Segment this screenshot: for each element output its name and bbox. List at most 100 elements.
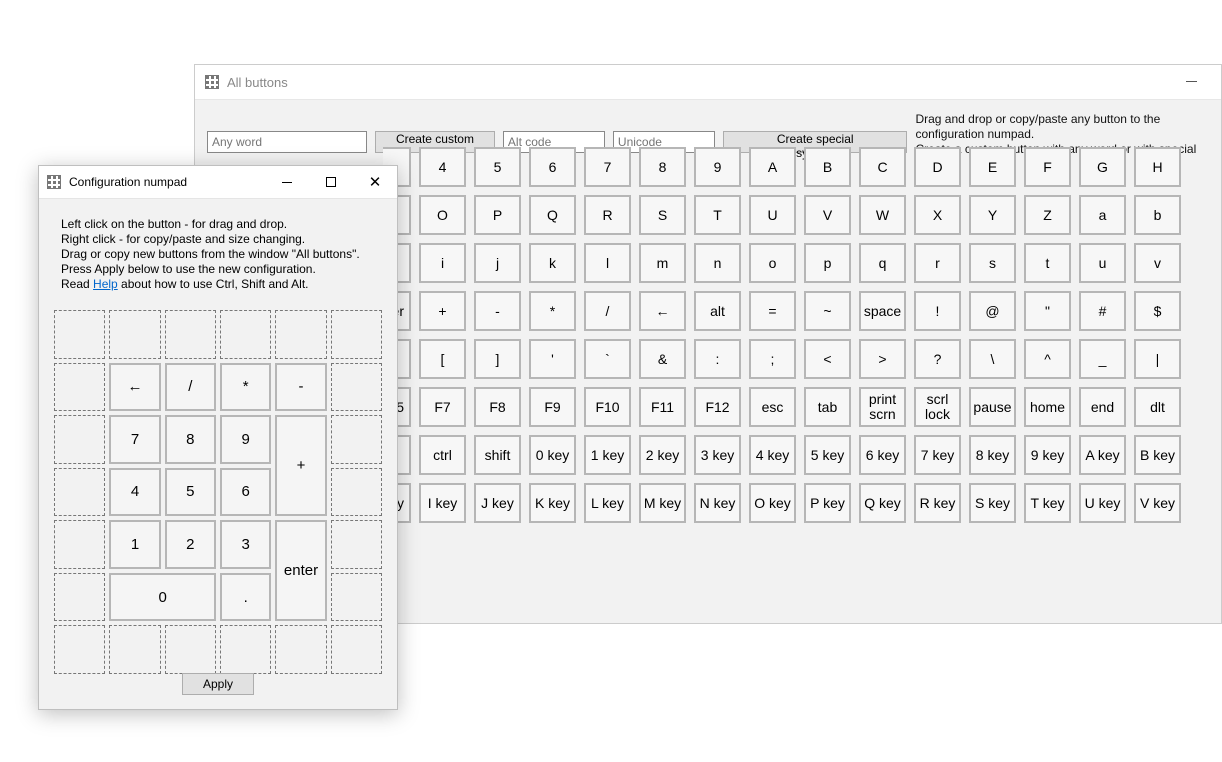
key-button[interactable]: shift xyxy=(474,435,521,475)
empty-drop-slot[interactable] xyxy=(331,625,382,674)
empty-drop-slot[interactable] xyxy=(109,310,160,359)
key-button[interactable]: D xyxy=(914,147,961,187)
key-button[interactable]: < xyxy=(804,339,851,379)
key-button[interactable]: i xyxy=(419,243,466,283)
key-button[interactable]: I key xyxy=(419,483,466,523)
key-button[interactable]: F10 xyxy=(584,387,631,427)
config-titlebar[interactable]: Configuration numpad ✕ xyxy=(39,166,397,199)
key-button[interactable]: \ xyxy=(969,339,1016,379)
empty-drop-slot[interactable] xyxy=(275,625,326,674)
key-button[interactable]: o xyxy=(749,243,796,283)
key-button[interactable]: [ xyxy=(419,339,466,379)
key-button[interactable]: K key xyxy=(529,483,576,523)
key-button[interactable]: 9 key xyxy=(1024,435,1071,475)
key-button[interactable]: C xyxy=(859,147,906,187)
key-button[interactable]: dlt xyxy=(1134,387,1181,427)
key-button[interactable]: A xyxy=(749,147,796,187)
key-button[interactable]: " xyxy=(1024,291,1071,331)
key-button[interactable]: home xyxy=(1024,387,1071,427)
key-button[interactable]: u xyxy=(1079,243,1126,283)
key-button[interactable]: ← xyxy=(639,291,686,331)
numpad-key-back[interactable]: ← xyxy=(109,363,160,412)
key-button[interactable]: - xyxy=(474,291,521,331)
numpad-key-k4[interactable]: 4 xyxy=(109,468,160,517)
key-button[interactable]: ~ xyxy=(804,291,851,331)
minimize-button[interactable] xyxy=(1169,65,1213,97)
key-button[interactable]: : xyxy=(694,339,741,379)
key-button[interactable]: V key xyxy=(1134,483,1181,523)
numpad-key-star[interactable]: * xyxy=(220,363,271,412)
key-button[interactable]: a xyxy=(1079,195,1126,235)
key-button[interactable]: ! xyxy=(914,291,961,331)
key-button[interactable]: print scrn xyxy=(859,387,906,427)
apply-button[interactable]: Apply xyxy=(182,673,254,695)
key-button[interactable]: ; xyxy=(749,339,796,379)
empty-drop-slot[interactable] xyxy=(54,573,105,622)
key-button[interactable]: 2 key xyxy=(639,435,686,475)
key-button[interactable]: ] xyxy=(474,339,521,379)
key-button[interactable]: | xyxy=(1134,339,1181,379)
key-button[interactable]: ` xyxy=(584,339,631,379)
key-button[interactable]: space xyxy=(859,291,906,331)
empty-drop-slot[interactable] xyxy=(331,520,382,569)
empty-drop-slot[interactable] xyxy=(54,520,105,569)
key-button[interactable]: 8 key xyxy=(969,435,1016,475)
key-button[interactable]: 5 xyxy=(474,147,521,187)
key-button[interactable]: T xyxy=(694,195,741,235)
key-button[interactable]: E xyxy=(969,147,1016,187)
key-button[interactable]: J key xyxy=(474,483,521,523)
key-button[interactable]: 4 xyxy=(419,147,466,187)
help-link[interactable]: Help xyxy=(93,277,118,291)
key-button[interactable]: r xyxy=(914,243,961,283)
key-button[interactable]: m xyxy=(639,243,686,283)
key-button[interactable]: # xyxy=(1079,291,1126,331)
key-button[interactable]: P key xyxy=(804,483,851,523)
key-button[interactable]: 7 key xyxy=(914,435,961,475)
empty-drop-slot[interactable] xyxy=(54,363,105,412)
empty-drop-slot[interactable] xyxy=(165,310,216,359)
key-button[interactable]: P xyxy=(474,195,521,235)
key-button[interactable]: scrl lock xyxy=(914,387,961,427)
key-button[interactable]: Z xyxy=(1024,195,1071,235)
key-button[interactable]: 1 key xyxy=(584,435,631,475)
empty-drop-slot[interactable] xyxy=(331,363,382,412)
key-button[interactable]: F12 xyxy=(694,387,741,427)
key-button[interactable]: * xyxy=(529,291,576,331)
key-button[interactable]: N key xyxy=(694,483,741,523)
empty-drop-slot[interactable] xyxy=(54,625,105,674)
key-button[interactable]: j xyxy=(474,243,521,283)
numpad-key-k6[interactable]: 6 xyxy=(220,468,271,517)
key-button[interactable]: O key xyxy=(749,483,796,523)
key-button[interactable]: 8 xyxy=(639,147,686,187)
key-button[interactable]: n xyxy=(694,243,741,283)
key-button[interactable]: end xyxy=(1079,387,1126,427)
key-button[interactable]: H xyxy=(1134,147,1181,187)
key-button[interactable]: R key xyxy=(914,483,961,523)
key-button[interactable]: 6 key xyxy=(859,435,906,475)
key-button[interactable]: @ xyxy=(969,291,1016,331)
key-button[interactable]: B key xyxy=(1134,435,1181,475)
key-button[interactable]: ' xyxy=(529,339,576,379)
numpad-key-enter[interactable]: enter xyxy=(275,520,326,621)
numpad-key-k7[interactable]: 7 xyxy=(109,415,160,464)
key-button[interactable]: > xyxy=(859,339,906,379)
key-button[interactable]: U xyxy=(749,195,796,235)
key-button[interactable]: & xyxy=(639,339,686,379)
key-button[interactable]: 6 xyxy=(529,147,576,187)
key-button[interactable]: F8 xyxy=(474,387,521,427)
empty-drop-slot[interactable] xyxy=(109,625,160,674)
key-button[interactable]: F7 xyxy=(419,387,466,427)
key-button[interactable]: S key xyxy=(969,483,1016,523)
key-button[interactable]: 9 xyxy=(694,147,741,187)
key-button[interactable]: k xyxy=(529,243,576,283)
numpad-key-slash[interactable]: / xyxy=(165,363,216,412)
key-button[interactable]: l xyxy=(584,243,631,283)
empty-drop-slot[interactable] xyxy=(220,310,271,359)
minimize-button[interactable] xyxy=(265,166,309,198)
key-button[interactable]: t xyxy=(1024,243,1071,283)
key-button[interactable]: 0 key xyxy=(529,435,576,475)
key-button[interactable]: F9 xyxy=(529,387,576,427)
empty-drop-slot[interactable] xyxy=(165,625,216,674)
numpad-key-k0[interactable]: 0 xyxy=(109,573,216,622)
key-button[interactable]: ? xyxy=(914,339,961,379)
